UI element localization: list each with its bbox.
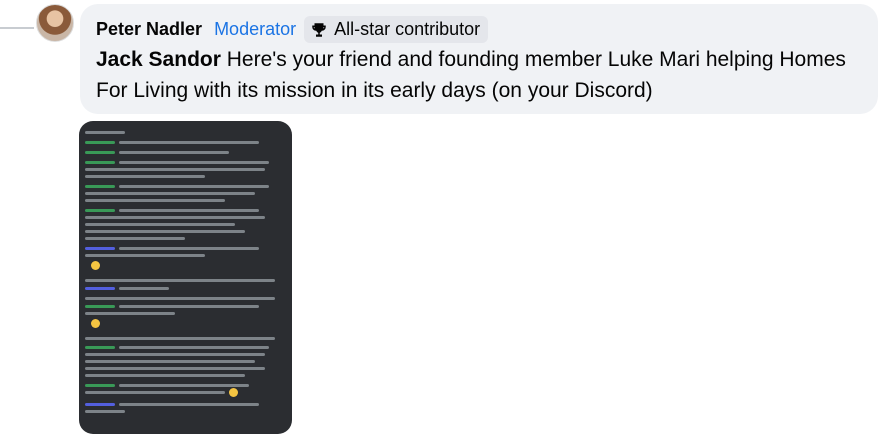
badge-label: All-star contributor (334, 19, 481, 39)
reply-thread-line (0, 27, 34, 29)
all-star-badge[interactable]: All-star contributor (304, 16, 489, 43)
author-name[interactable]: Peter Nadler (96, 19, 202, 40)
mention-link[interactable]: Jack Sandor (96, 48, 221, 71)
comment-text: Jack Sandor Here's your friend and found… (96, 44, 856, 106)
comment-meta: Peter Nadler Moderator All-star contribu… (96, 16, 489, 43)
trophy-icon (312, 22, 326, 37)
comment-bubble: Peter Nadler Moderator All-star contribu… (80, 4, 878, 114)
attached-screenshot[interactable] (79, 121, 292, 434)
avatar[interactable] (36, 4, 74, 42)
moderator-label[interactable]: Moderator (214, 19, 296, 40)
